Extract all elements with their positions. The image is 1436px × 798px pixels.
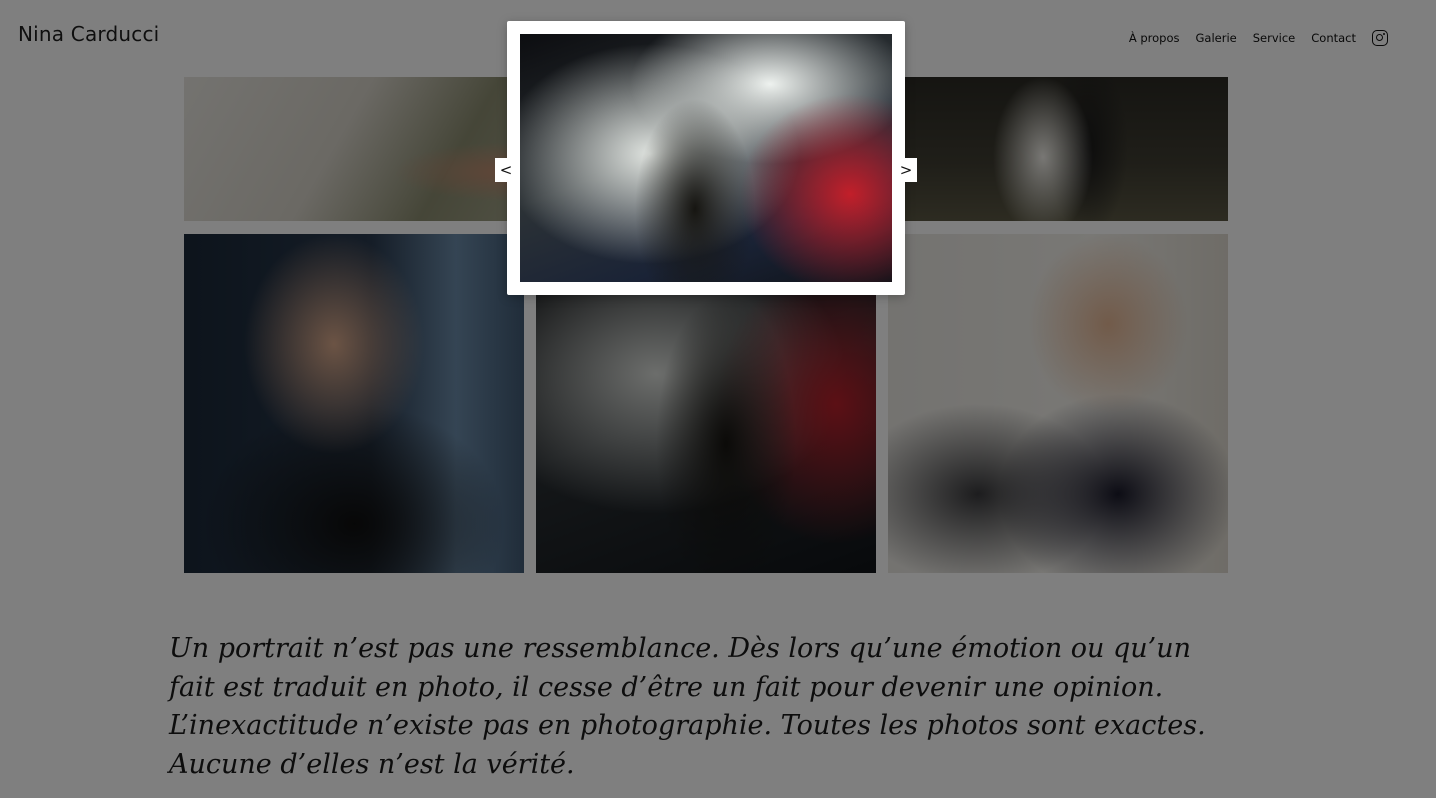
lightbox-image — [520, 34, 892, 282]
lightbox-next-button[interactable]: > — [895, 158, 917, 182]
lightbox-modal — [507, 21, 905, 295]
lightbox-prev-button[interactable]: < — [495, 158, 517, 182]
